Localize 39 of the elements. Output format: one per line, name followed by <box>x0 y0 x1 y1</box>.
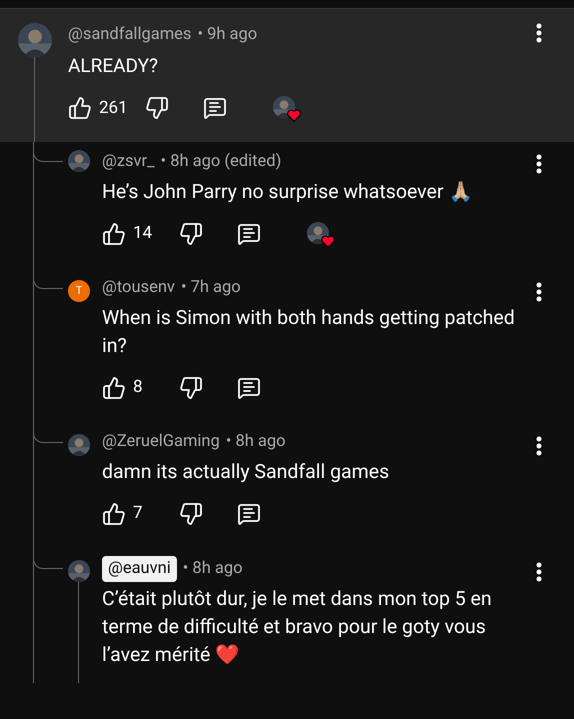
like-button[interactable]: 8 <box>102 375 179 400</box>
comment-icon <box>237 376 261 400</box>
comment-icon <box>237 502 261 526</box>
thumbs-down-icon <box>145 96 169 120</box>
username[interactable]: @sandfallgames <box>68 23 192 48</box>
username[interactable]: @zsvr_ <box>102 150 155 175</box>
more-icon <box>536 436 542 456</box>
heart-icon <box>287 109 301 122</box>
thumbs-up-icon <box>102 376 126 400</box>
more-icon <box>536 154 542 174</box>
thumbs-down-icon <box>179 376 203 400</box>
reply-text: damn its actually Sandfall games <box>102 458 390 484</box>
timestamp: • 8h ago (edited) <box>160 151 282 174</box>
more-icon <box>536 282 542 302</box>
username[interactable]: @eauvni <box>102 556 177 582</box>
comment-text: ALREADY? <box>68 52 159 79</box>
like-button[interactable]: 7 <box>102 500 179 526</box>
reply-text: When is Simon with both hands getting patched in? <box>102 304 516 359</box>
thumbs-up-icon <box>102 222 126 246</box>
timestamp: • 9h ago <box>197 24 258 46</box>
avatar: T <box>68 280 90 302</box>
timestamp: • 7h ago <box>180 277 241 299</box>
like-button[interactable]: 14 <box>102 221 179 247</box>
heart-icon <box>321 235 335 248</box>
thumbs-up-icon <box>102 502 126 526</box>
reply-text: C’était plutôt dur, je le met dans mon top 5 en terme de difficulté et bravo pour le goty vous l’avez mérité ❤ <box>102 586 493 668</box>
thumbs-down-icon <box>179 222 203 246</box>
more-icon <box>536 23 542 43</box>
comment-icon <box>203 96 227 120</box>
more-icon <box>536 562 542 582</box>
username[interactable]: @tousenv <box>102 276 175 301</box>
like-button[interactable]: 261 <box>68 96 145 121</box>
thumbs-down-icon <box>179 502 203 526</box>
thumbs-up-icon <box>68 96 92 120</box>
comment-icon <box>237 222 261 246</box>
reply-text: He’s John Parry no surprise whatsoever 🙏🏼 <box>102 179 474 205</box>
username[interactable]: @ZeruelGaming <box>102 430 220 454</box>
timestamp: • 8h ago <box>182 558 243 580</box>
timestamp: • 8h ago <box>226 430 286 453</box>
